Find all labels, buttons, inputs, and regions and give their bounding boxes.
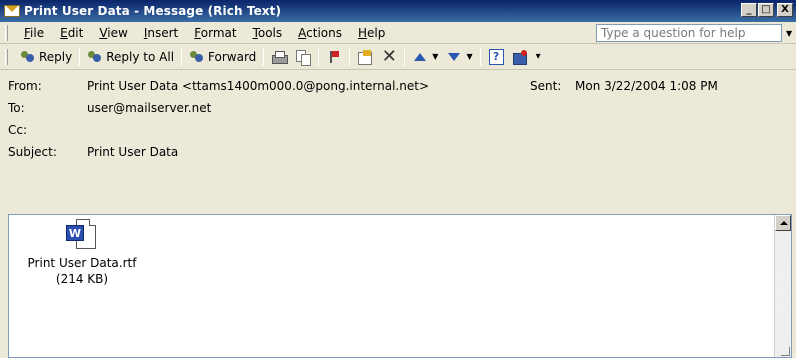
menu-tools[interactable]: Tools bbox=[245, 24, 291, 42]
toolbar-separator bbox=[404, 47, 406, 66]
attachment-name: Print User Data.rtf bbox=[27, 256, 137, 270]
next-item-icon bbox=[446, 49, 462, 65]
from-row: From: Print User Data <ttams1400m000.0@p… bbox=[0, 76, 796, 96]
delete-icon: ✕ bbox=[381, 45, 397, 67]
scroll-up-button[interactable] bbox=[775, 215, 791, 231]
menu-actions[interactable]: Actions bbox=[290, 24, 350, 42]
move-to-folder-button[interactable] bbox=[353, 46, 377, 68]
forward-button[interactable]: Forward bbox=[185, 46, 260, 68]
vertical-scrollbar[interactable] bbox=[774, 215, 791, 357]
word-document-icon: W bbox=[66, 219, 98, 251]
menu-edit[interactable]: Edit bbox=[52, 24, 91, 42]
help-icon bbox=[488, 48, 504, 65]
reply-all-label: Reply to All bbox=[106, 49, 175, 64]
minimize-button[interactable]: _ bbox=[741, 3, 757, 17]
chevron-down-icon[interactable]: ▼ bbox=[786, 29, 792, 38]
menu-view[interactable]: View bbox=[91, 24, 135, 42]
print-icon bbox=[271, 49, 289, 65]
toolbar-grip[interactable] bbox=[5, 48, 8, 65]
close-button[interactable]: X bbox=[777, 3, 793, 17]
flag-button[interactable] bbox=[322, 46, 346, 68]
address-book-icon bbox=[512, 49, 528, 65]
cc-label: Cc: bbox=[8, 123, 28, 137]
resize-grip-icon[interactable] bbox=[779, 345, 791, 357]
to-value[interactable]: user@mailserver.net bbox=[87, 101, 211, 115]
word-letter: W bbox=[66, 225, 84, 241]
toolbar-separator bbox=[349, 47, 351, 66]
print-button[interactable] bbox=[267, 46, 291, 68]
toolbar-separator bbox=[181, 47, 183, 66]
forward-icon bbox=[189, 49, 205, 65]
message-body[interactable]: W Print User Data.rtf (214 KB) bbox=[8, 214, 792, 358]
attachment[interactable]: W Print User Data.rtf (214 KB) bbox=[17, 219, 147, 287]
from-label: From: bbox=[8, 79, 42, 93]
sent-value: Mon 3/22/2004 1:08 PM bbox=[575, 79, 718, 93]
toolbar-options-icon[interactable]: ▾ bbox=[536, 51, 541, 62]
menu-grip[interactable] bbox=[5, 24, 8, 41]
subject-label: Subject: bbox=[8, 145, 57, 159]
reply-all-button[interactable]: Reply to All bbox=[83, 46, 178, 68]
message-header: From: Print User Data <ttams1400m000.0@p… bbox=[0, 70, 796, 212]
window-title: Print User Data - Message (Rich Text) bbox=[24, 4, 282, 18]
move-to-folder-icon bbox=[357, 49, 373, 65]
forward-label: Forward bbox=[208, 49, 257, 64]
delete-button[interactable]: ✕ bbox=[377, 46, 401, 68]
toolbar-separator bbox=[263, 47, 265, 66]
copy-icon bbox=[295, 49, 312, 66]
reply-button[interactable]: Reply bbox=[16, 46, 76, 68]
sent-label: Sent: bbox=[530, 79, 562, 93]
menu-file[interactable]: File bbox=[16, 24, 52, 42]
chevron-down-icon[interactable]: ▼ bbox=[466, 52, 472, 61]
previous-item-button[interactable]: ▼ bbox=[408, 46, 442, 68]
menu-format[interactable]: Format bbox=[186, 24, 244, 42]
reply-all-icon bbox=[87, 49, 103, 65]
window-controls: _ □ X bbox=[741, 3, 793, 17]
menu-insert[interactable]: Insert bbox=[136, 24, 186, 42]
standard-toolbar: Reply Reply to All Forward ✕ ▼ ▼ ▾ bbox=[0, 44, 796, 70]
subject-value[interactable]: Print User Data bbox=[87, 145, 178, 159]
help-search-input[interactable]: Type a question for help bbox=[596, 24, 782, 42]
maximize-button[interactable]: □ bbox=[758, 3, 774, 17]
to-row: To: user@mailserver.net bbox=[0, 98, 796, 118]
reply-label: Reply bbox=[39, 49, 73, 64]
toolbar-separator bbox=[479, 47, 481, 66]
cc-row: Cc: bbox=[0, 120, 796, 140]
reply-icon bbox=[20, 49, 36, 65]
toolbar-separator bbox=[318, 47, 320, 66]
attachment-size: (214 KB) bbox=[55, 272, 109, 286]
envelope-icon bbox=[4, 4, 20, 18]
flag-icon bbox=[326, 49, 342, 65]
copy-button[interactable] bbox=[291, 46, 315, 68]
previous-item-icon bbox=[412, 49, 428, 65]
menu-help[interactable]: Help bbox=[350, 24, 393, 42]
menu-bar: File Edit View Insert Format Tools Actio… bbox=[0, 22, 796, 44]
toolbar-separator bbox=[79, 47, 81, 66]
to-label: To: bbox=[8, 101, 25, 115]
address-book-button[interactable] bbox=[508, 46, 532, 68]
title-bar: Print User Data - Message (Rich Text) _ … bbox=[0, 0, 796, 22]
chevron-down-icon[interactable]: ▼ bbox=[432, 52, 438, 61]
next-item-button[interactable]: ▼ bbox=[442, 46, 476, 68]
help-button[interactable] bbox=[484, 46, 508, 68]
subject-row: Subject: Print User Data bbox=[0, 142, 796, 162]
from-value[interactable]: Print User Data <ttams1400m000.0@pong.in… bbox=[87, 79, 429, 93]
